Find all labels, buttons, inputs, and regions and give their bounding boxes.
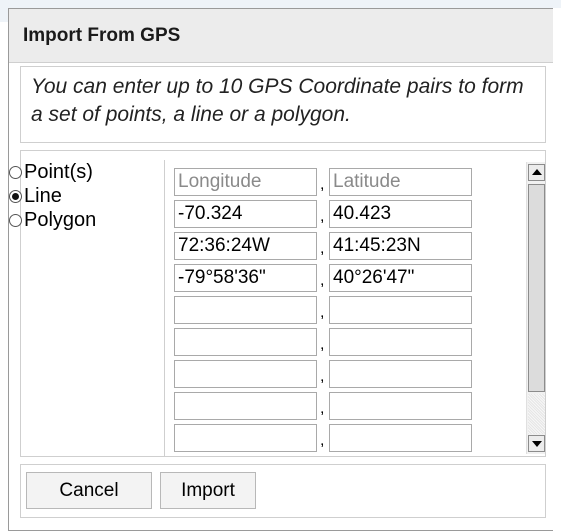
longitude-input[interactable]	[174, 328, 317, 356]
latitude-input[interactable]	[329, 296, 472, 324]
radio-polygon-label: Polygon	[24, 208, 97, 231]
radio-polygon[interactable]: Polygon	[9, 208, 129, 232]
radio-points-label: Point(s)	[24, 160, 93, 183]
latitude-input[interactable]: 41:45:23N	[329, 232, 472, 260]
latitude-input[interactable]: 40.423	[329, 200, 472, 228]
longitude-input[interactable]	[174, 392, 317, 420]
longitude-input[interactable]: -79°58'36"	[174, 264, 317, 292]
import-button[interactable]: Import	[160, 472, 256, 509]
coordinates-scrollbar[interactable]	[526, 162, 545, 454]
coordinate-separator: ,	[320, 240, 325, 257]
latitude-input[interactable]	[329, 328, 472, 356]
scroll-down-button[interactable]	[528, 435, 545, 452]
longitude-input[interactable]	[174, 424, 317, 452]
longitude-input[interactable]	[174, 296, 317, 324]
coordinate-separator: ,	[320, 400, 325, 417]
scroll-thumb[interactable]	[528, 184, 545, 392]
latitude-input[interactable]	[329, 424, 472, 452]
latitude-input[interactable]	[329, 392, 472, 420]
coordinate-separator: ,	[320, 176, 325, 193]
latitude-input[interactable]: 40°26'47"	[329, 264, 472, 292]
radio-line[interactable]: Line	[9, 184, 129, 208]
page-edge	[553, 8, 561, 531]
geometry-type-radio-group: Point(s) Line Polygon	[9, 160, 129, 232]
instructions-text: You can enter up to 10 GPS Coordinate pa…	[20, 66, 546, 143]
scroll-down-arrow-icon	[532, 441, 542, 447]
coordinate-separator: ,	[320, 304, 325, 321]
coordinate-separator: ,	[320, 432, 325, 449]
radio-points-icon[interactable]	[9, 165, 22, 179]
coordinate-separator: ,	[320, 368, 325, 385]
coordinate-separator: ,	[320, 272, 325, 289]
radio-line-icon[interactable]	[9, 189, 22, 203]
longitude-input[interactable]	[174, 360, 317, 388]
latitude-input[interactable]: Latitude	[329, 168, 472, 196]
scroll-up-button[interactable]	[528, 164, 545, 181]
longitude-input[interactable]: -70.324	[174, 200, 317, 228]
scroll-track[interactable]	[528, 394, 545, 434]
longitude-input[interactable]: Longitude	[174, 168, 317, 196]
dialog-title-bar[interactable]: Import From GPS	[9, 9, 561, 63]
radio-polygon-icon[interactable]	[9, 213, 22, 227]
latitude-input[interactable]	[329, 360, 472, 388]
dialog-title: Import From GPS	[23, 25, 181, 46]
coordinate-separator: ,	[320, 336, 325, 353]
scroll-up-arrow-icon	[532, 169, 542, 175]
cancel-button[interactable]: Cancel	[26, 472, 152, 509]
radio-points[interactable]: Point(s)	[9, 160, 129, 184]
longitude-input[interactable]: 72:36:24W	[174, 232, 317, 260]
radio-line-label: Line	[24, 184, 62, 207]
coordinate-separator: ,	[320, 208, 325, 225]
